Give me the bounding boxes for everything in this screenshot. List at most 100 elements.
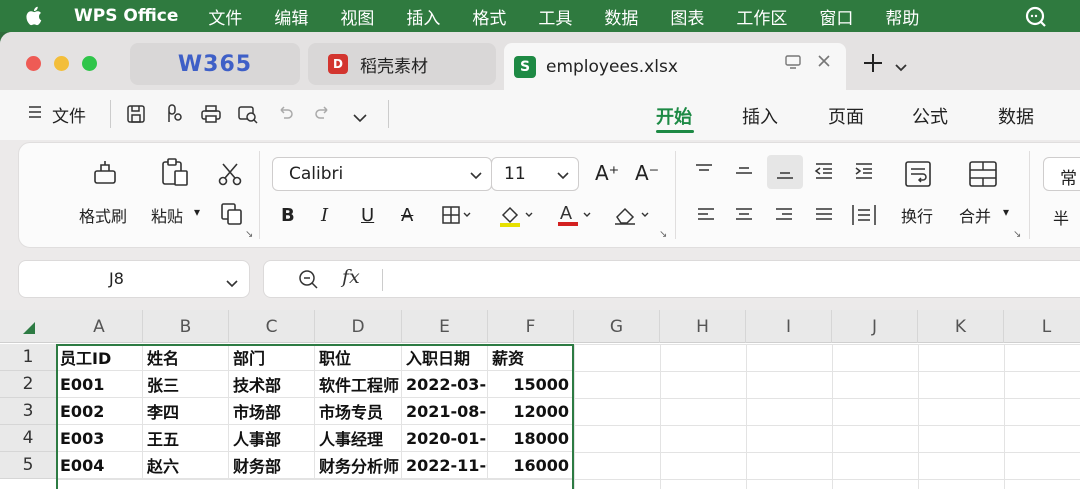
cell-c2[interactable]: 技术部: [229, 371, 315, 398]
insert-function-icon[interactable]: fx: [342, 266, 360, 288]
search-chat-icon[interactable]: [1024, 6, 1050, 33]
print-icon[interactable]: [200, 104, 222, 129]
column-header-e[interactable]: E: [402, 310, 488, 343]
chevron-down-icon[interactable]: [352, 108, 368, 128]
borders-icon[interactable]: [441, 205, 473, 225]
select-all-icon[interactable]: [22, 320, 36, 339]
cell-e1[interactable]: 入职日期: [402, 344, 488, 371]
column-header-b[interactable]: B: [143, 310, 229, 343]
ribbon-tab-data[interactable]: 数据: [998, 103, 1034, 129]
column-header-h[interactable]: H: [660, 310, 746, 343]
decrease-font-icon[interactable]: A⁻: [635, 161, 659, 185]
menu-tools[interactable]: 工具: [538, 4, 572, 29]
cell-f5[interactable]: 16000: [488, 452, 574, 479]
cell-a2[interactable]: E001: [56, 371, 143, 398]
cell-a3[interactable]: E002: [56, 398, 143, 425]
menu-window[interactable]: 窗口: [819, 4, 853, 29]
distributed-align-icon[interactable]: [851, 203, 877, 227]
export-pdf-icon[interactable]: [164, 104, 184, 129]
align-left-icon[interactable]: [695, 205, 717, 225]
italic-icon[interactable]: I: [321, 205, 328, 226]
redo-icon[interactable]: [314, 104, 332, 127]
paste-label[interactable]: 粘贴: [151, 203, 183, 227]
align-top-icon[interactable]: [693, 161, 715, 181]
print-preview-icon[interactable]: [237, 104, 259, 129]
tab-daoke[interactable]: D 稻壳素材: [308, 43, 496, 85]
clear-format-icon[interactable]: [611, 203, 653, 227]
paste-icon[interactable]: [159, 157, 191, 189]
monitor-icon[interactable]: [784, 54, 802, 75]
hamburger-icon[interactable]: [28, 104, 42, 125]
row-header-1[interactable]: 1: [0, 344, 56, 371]
cell-e5[interactable]: 2022-11-05: [402, 452, 488, 479]
cell-a1[interactable]: 员工ID: [56, 344, 143, 371]
ribbon-tab-page[interactable]: 页面: [828, 103, 864, 129]
cell-b3[interactable]: 李四: [143, 398, 229, 425]
row-header-2[interactable]: 2: [0, 371, 56, 398]
cell-f2[interactable]: 15000: [488, 371, 574, 398]
zoom-search-icon[interactable]: [298, 269, 320, 295]
wrap-text-label[interactable]: 换行: [901, 203, 933, 227]
tab-w365[interactable]: W365: [130, 43, 300, 85]
new-tab-icon[interactable]: [862, 52, 884, 78]
cell-c1[interactable]: 部门: [229, 344, 315, 371]
undo-icon[interactable]: [276, 104, 294, 127]
font-size-select[interactable]: 11: [491, 157, 579, 191]
merge-dropdown-icon[interactable]: ▾: [1003, 205, 1009, 219]
align-bottom-icon[interactable]: [767, 155, 803, 189]
cell-f4[interactable]: 18000: [488, 425, 574, 452]
zoom-window-button[interactable]: [82, 56, 97, 71]
minimize-window-button[interactable]: [54, 56, 69, 71]
cell-e2[interactable]: 2022-03-15: [402, 371, 488, 398]
menu-data[interactable]: 数据: [604, 4, 638, 29]
merge-cells-label[interactable]: 合并: [959, 203, 991, 227]
underline-icon[interactable]: U: [361, 205, 374, 226]
menu-edit[interactable]: 编辑: [274, 4, 308, 29]
row-header-4[interactable]: 4: [0, 425, 56, 452]
save-icon[interactable]: [126, 104, 146, 129]
cell-c3[interactable]: 市场部: [229, 398, 315, 425]
menu-file[interactable]: 文件: [208, 4, 242, 29]
column-header-k[interactable]: K: [918, 310, 1004, 343]
cell-b1[interactable]: 姓名: [143, 344, 229, 371]
cell-e4[interactable]: 2020-01-10: [402, 425, 488, 452]
align-center-icon[interactable]: [733, 205, 755, 225]
menu-format[interactable]: 格式: [472, 4, 506, 29]
strikethrough-icon[interactable]: A: [401, 205, 413, 226]
cell-d5[interactable]: 财务分析师: [315, 452, 402, 479]
menu-workspace[interactable]: 工作区: [736, 4, 787, 29]
fill-color-icon[interactable]: [497, 203, 537, 229]
name-box[interactable]: J8: [18, 260, 250, 298]
align-right-icon[interactable]: [773, 205, 795, 225]
cell-d1[interactable]: 职位: [315, 344, 402, 371]
format-painter-icon[interactable]: [91, 159, 121, 189]
cell-d3[interactable]: 市场专员: [315, 398, 402, 425]
font-expand-icon[interactable]: ↘: [659, 229, 667, 240]
merge-cells-icon[interactable]: [967, 159, 999, 189]
column-header-j[interactable]: J: [832, 310, 918, 343]
chevron-down-icon[interactable]: [894, 58, 908, 77]
increase-font-icon[interactable]: A⁺: [595, 161, 619, 185]
currency-format-button[interactable]: 半: [1053, 205, 1069, 229]
spreadsheet-grid[interactable]: A B C D E F G H I J K L 1 2 3 4 5 员工ID 姓…: [0, 310, 1080, 489]
cell-e3[interactable]: 2021-08-20: [402, 398, 488, 425]
menu-view[interactable]: 视图: [340, 4, 374, 29]
number-format-select[interactable]: 常: [1043, 157, 1080, 191]
column-header-f[interactable]: F: [488, 310, 574, 343]
ribbon-tab-formula[interactable]: 公式: [912, 103, 948, 129]
align-middle-icon[interactable]: [733, 161, 755, 181]
cell-b4[interactable]: 王五: [143, 425, 229, 452]
app-name[interactable]: WPS Office: [74, 6, 178, 26]
close-window-button[interactable]: [26, 56, 41, 71]
column-header-l[interactable]: L: [1004, 310, 1080, 343]
menu-help[interactable]: 帮助: [885, 4, 919, 29]
column-header-a[interactable]: A: [56, 310, 143, 343]
row-header-5[interactable]: 5: [0, 452, 56, 479]
cell-b5[interactable]: 赵六: [143, 452, 229, 479]
font-name-select[interactable]: Calibri: [272, 157, 492, 191]
column-header-d[interactable]: D: [315, 310, 402, 343]
copy-icon[interactable]: [219, 201, 245, 227]
justify-icon[interactable]: [813, 205, 835, 225]
decrease-indent-icon[interactable]: [813, 161, 835, 181]
cell-b2[interactable]: 张三: [143, 371, 229, 398]
